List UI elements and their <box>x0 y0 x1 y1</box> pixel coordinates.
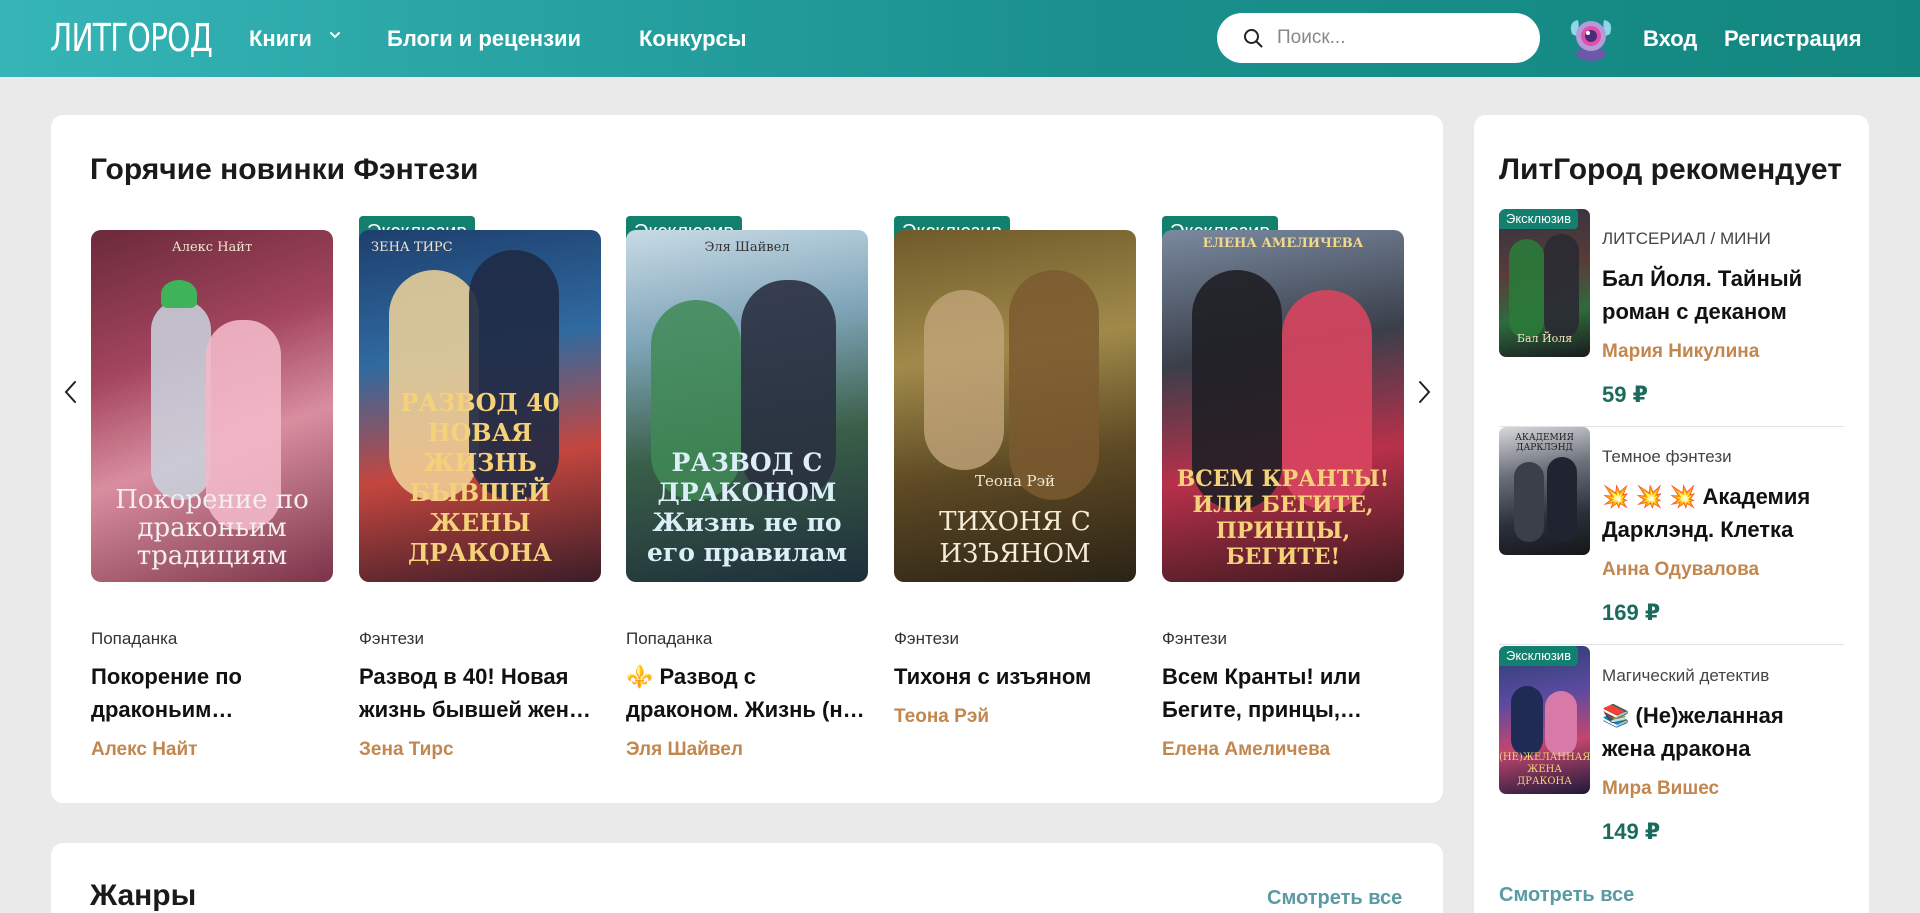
book-genre[interactable]: Попаданка <box>626 629 712 649</box>
site-logo[interactable]: ЛИТГОРОД <box>50 16 213 60</box>
book-cover-image[interactable]: ТИХОНЯ С ИЗЪЯНОМ Теона Рэй <box>894 230 1136 582</box>
section-title: ЛитГород рекомендует <box>1499 153 1842 186</box>
book-author[interactable]: Анна Одувалова <box>1602 559 1759 581</box>
cover-title-text: ВСЕМ КРАНТЫ! ИЛИ БЕГИТЕ, ПРИНЦЫ, БЕГИТЕ! <box>1176 466 1390 570</box>
search-icon <box>1244 29 1263 48</box>
book-title[interactable]: Покорение по драконьим… <box>91 660 333 726</box>
login-link[interactable]: Вход <box>1643 26 1697 52</box>
book-genre[interactable]: Темное фэнтези <box>1602 447 1732 467</box>
book-title[interactable]: ⚜️ Развод с драконом. Жизнь (н… <box>626 660 868 726</box>
book-price: 169 ₽ <box>1602 600 1661 625</box>
recommended-item[interactable]: (НЕ)ЖЕЛАННАЯ ЖЕНА ДРАКОНА Эксклюзив Маги… <box>1499 646 1844 856</box>
cover-title-text: АКАДЕМИЯ ДАРКЛЭНД <box>1515 433 1574 453</box>
book-author[interactable]: Алекс Найт <box>91 739 198 761</box>
exclusive-badge: Эксклюзив <box>1499 209 1578 229</box>
cover-author-text: ЕЛЕНА АМЕЛИЧЕВА <box>1202 236 1364 251</box>
search-input[interactable] <box>1277 23 1517 53</box>
cover-title-text: РАЗВОД 40 НОВАЯ ЖИЗНЬ БЫВШЕЙ ЖЕНЫ ДРАКОН… <box>400 388 560 567</box>
genres-section: Жанры Смотреть все <box>51 843 1443 913</box>
recommended-item[interactable]: Бал Йоля Эксклюзив ЛИТСЕРИАЛ / МИНИ Бал … <box>1499 209 1844 419</box>
book-title[interactable]: Бал Йоля. Тайный роман с деканом <box>1602 262 1842 328</box>
book-cover-image[interactable]: Эля Шайвел РАЗВОД С ДРАКОНОМ Жизнь не по… <box>626 230 868 582</box>
book-price: 59 ₽ <box>1602 382 1648 407</box>
cover-author-text: Эля Шайвел <box>704 240 790 255</box>
cover-author-text: Теона Рэй <box>974 472 1056 490</box>
book-genre[interactable]: Фэнтези <box>1162 629 1227 649</box>
carousel-prev-arrow-icon[interactable] <box>61 377 81 407</box>
book-genre[interactable]: ЛИТСЕРИАЛ / МИНИ <box>1602 229 1771 249</box>
section-title: Горячие новинки Фэнтези <box>90 153 479 186</box>
cover-author-text: ЗЕНА ТИРС <box>371 240 453 255</box>
book-title[interactable]: Всем Кранты! или Бегите, принцы,… <box>1162 660 1404 726</box>
book-cover-image[interactable]: ЗЕНА ТИРС РАЗВОД 40 НОВАЯ ЖИЗНЬ БЫВШЕЙ Ж… <box>359 230 601 582</box>
see-all-link[interactable]: Смотреть все <box>1499 884 1634 907</box>
section-title: Жанры <box>90 879 197 912</box>
book-title[interactable]: 💥 💥 💥 Академия Дарклэнд. Клетка <box>1602 480 1842 546</box>
book-cover-image[interactable]: Алекс Найт Покорение по драконьим традиц… <box>91 230 333 582</box>
cover-title-text: Покорение по драконьим традициям <box>115 485 309 571</box>
book-author[interactable]: Эля Шайвел <box>626 739 743 761</box>
book-author[interactable]: Мария Никулина <box>1602 341 1759 363</box>
book-genre[interactable]: Фэнтези <box>359 629 424 649</box>
book-price: 149 ₽ <box>1602 819 1661 844</box>
cover-title-text: Бал Йоля <box>1516 332 1573 345</box>
chevron-down-icon[interactable] <box>330 30 340 40</box>
book-title[interactable]: Тихоня с изъяном <box>894 660 1136 693</box>
book-author[interactable]: Мира Вишес <box>1602 778 1719 800</box>
recommended-item[interactable]: АКАДЕМИЯ ДАРКЛЭНД Темное фэнтези 💥 💥 💥 А… <box>1499 427 1844 657</box>
carousel-next-arrow-icon[interactable] <box>1414 377 1434 407</box>
book-genre[interactable]: Магический детектив <box>1602 666 1769 686</box>
book-cover-image[interactable]: Бал Йоля Эксклюзив <box>1499 209 1590 357</box>
hot-new-section: Горячие новинки Фэнтези Алекс Найт Покор… <box>51 115 1443 803</box>
mascot-avatar-icon[interactable] <box>1566 14 1616 62</box>
exclusive-badge: Эксклюзив <box>1499 646 1578 666</box>
top-header: ЛИТГОРОД Книги Блоги и рецензии Конкурсы… <box>0 0 1920 77</box>
book-cover-image[interactable]: (НЕ)ЖЕЛАННАЯ ЖЕНА ДРАКОНА Эксклюзив <box>1499 646 1590 794</box>
book-author[interactable]: Зена Тирс <box>359 739 454 761</box>
nav-contests[interactable]: Конкурсы <box>639 26 747 52</box>
book-author[interactable]: Теона Рэй <box>894 706 989 728</box>
book-title[interactable]: Развод в 40! Новая жизнь бывшей жен… <box>359 660 601 726</box>
divider <box>1499 644 1844 645</box>
recommended-section: ЛитГород рекомендует Бал Йоля Эксклюзив … <box>1474 115 1869 913</box>
register-link[interactable]: Регистрация <box>1724 26 1862 52</box>
book-genre[interactable]: Фэнтези <box>894 629 959 649</box>
cover-title-text: ТИХОНЯ С ИЗЪЯНОМ <box>939 507 1091 569</box>
cover-title-text: РАЗВОД С ДРАКОНОМ Жизнь не по его правил… <box>646 448 848 567</box>
book-author[interactable]: Елена Амеличева <box>1162 739 1330 761</box>
book-title[interactable]: 📚 (Не)желанная жена дракона <box>1602 699 1842 765</box>
cover-author-text: Алекс Найт <box>171 240 253 255</box>
book-genre[interactable]: Попаданка <box>91 629 177 649</box>
nav-books[interactable]: Книги <box>249 26 312 52</box>
cover-title-text: (НЕ)ЖЕЛАННАЯ ЖЕНА ДРАКОНА <box>1499 752 1590 787</box>
see-all-link[interactable]: Смотреть все <box>1267 887 1402 910</box>
book-cover-image[interactable]: АКАДЕМИЯ ДАРКЛЭНД <box>1499 427 1590 555</box>
nav-blogs[interactable]: Блоги и рецензии <box>387 26 581 52</box>
book-cover-image[interactable]: ЕЛЕНА АМЕЛИЧЕВА ВСЕМ КРАНТЫ! ИЛИ БЕГИТЕ,… <box>1162 230 1404 582</box>
search-box[interactable] <box>1217 13 1540 63</box>
